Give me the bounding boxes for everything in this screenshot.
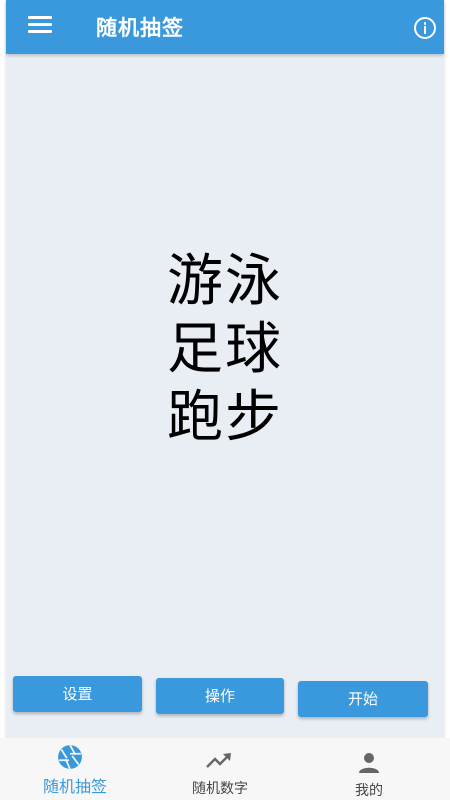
nav-label: 我的 [355,783,383,799]
nav-item-mine[interactable]: 我的 [294,738,444,800]
nav-label: 随机数字 [192,781,248,797]
draw-item: 跑步 [167,385,283,450]
operate-button[interactable]: 操作 [156,678,284,714]
nav-item-random-draw[interactable]: 随机抽签 [0,738,150,800]
page-title: 随机抽签 [96,16,184,40]
aperture-icon [58,744,82,770]
trending-up-icon [206,753,231,768]
draw-item: 足球 [167,317,283,382]
draw-item: 游泳 [167,249,283,314]
hamburger-menu-icon[interactable] [28,14,54,38]
settings-button[interactable]: 设置 [13,676,142,712]
draw-result-list: 游泳 足球 跑步 [6,248,444,452]
nav-label: 随机抽签 [42,777,107,796]
start-button[interactable]: 开始 [298,681,428,717]
bottom-navigation: 随机抽签 随机数字 我的 [0,738,450,800]
app-frame: 随机抽签 游泳 足球 跑步 设置 操作 开始 [6,0,444,742]
info-icon[interactable] [414,17,436,39]
person-icon [359,753,379,773]
app-bar: 随机抽签 [6,0,444,54]
nav-item-random-number[interactable]: 随机数字 [145,738,295,800]
